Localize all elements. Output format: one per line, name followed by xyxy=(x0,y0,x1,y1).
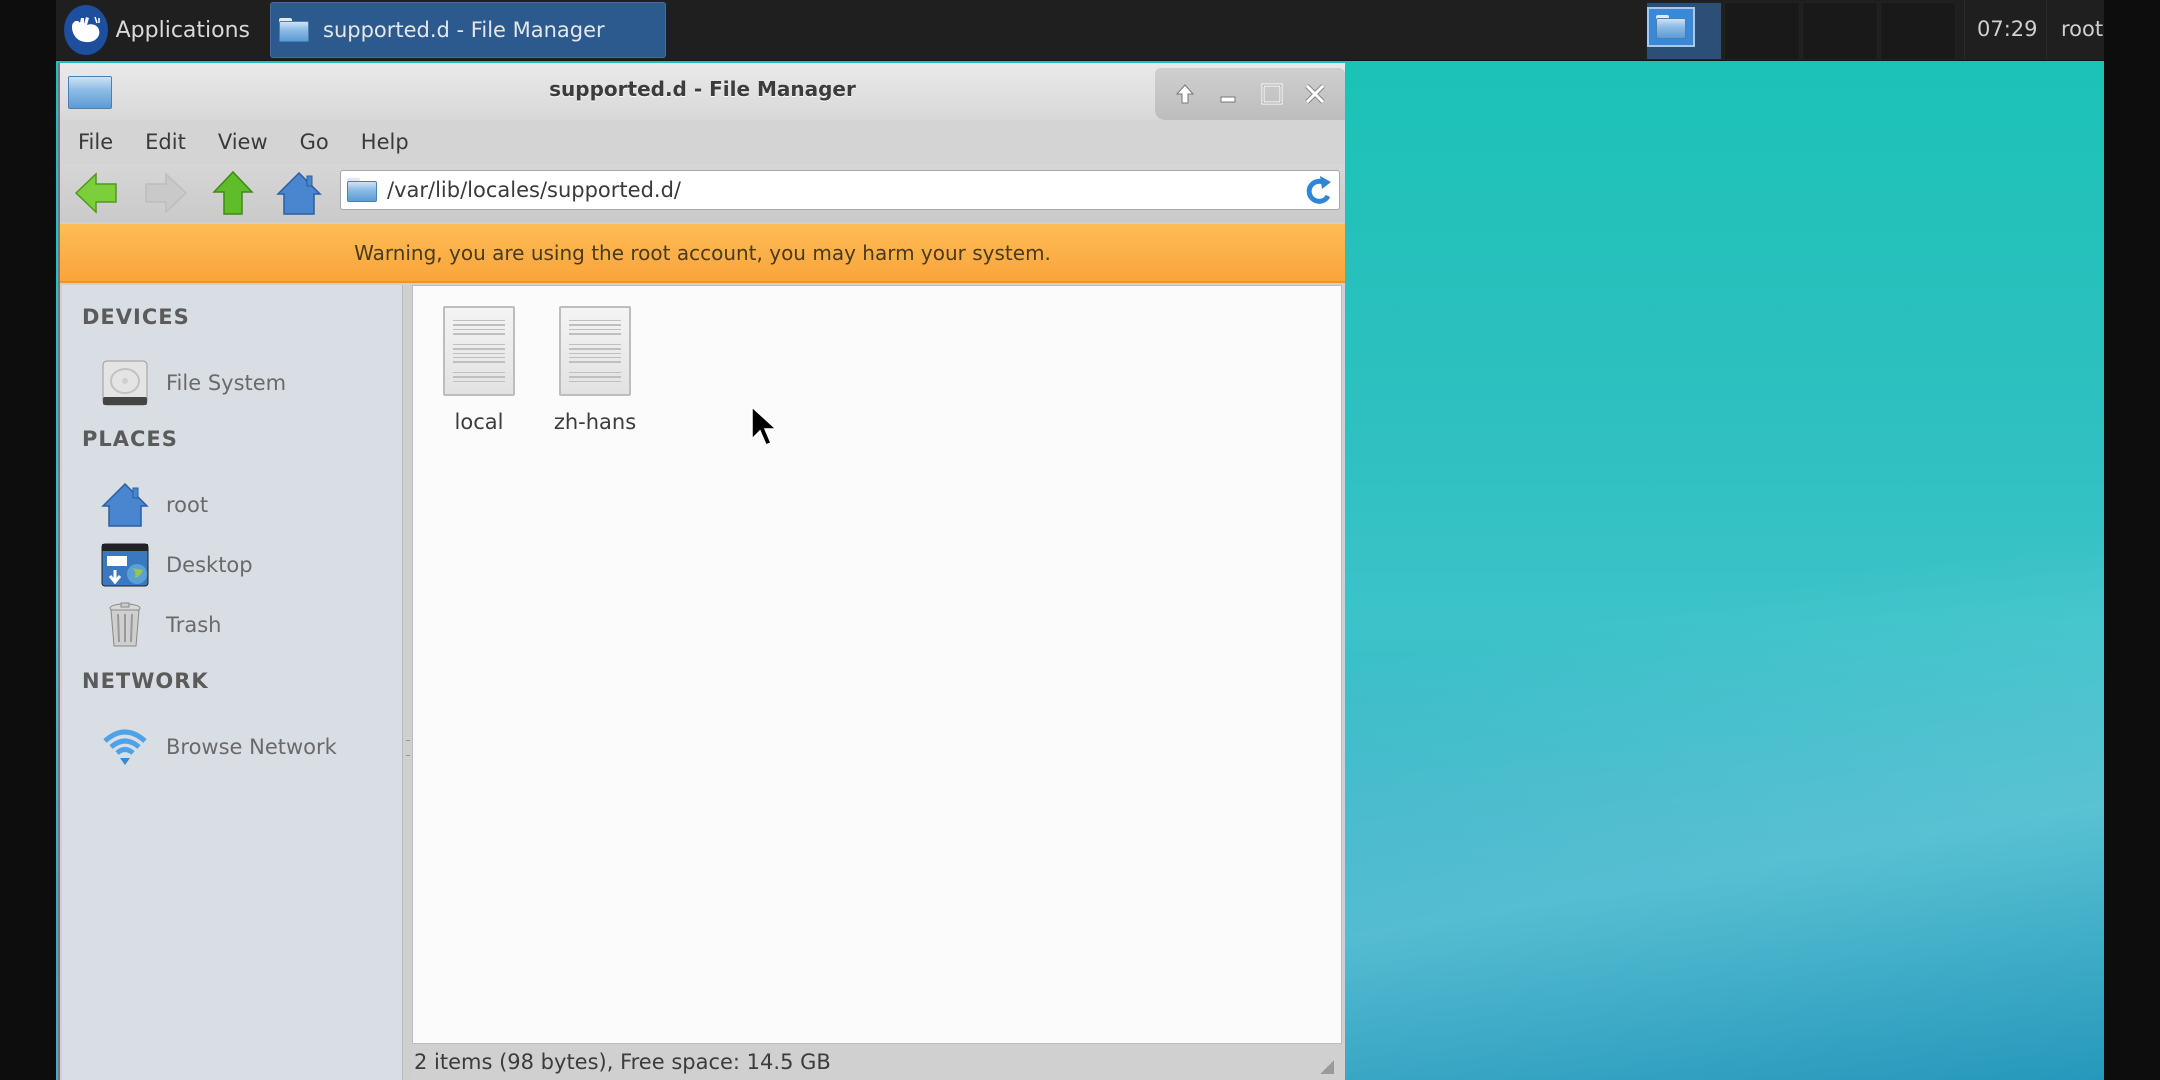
text-document-icon xyxy=(559,306,631,396)
menu-view[interactable]: View xyxy=(218,130,284,154)
status-text: 2 items (98 bytes), Free space: 14.5 GB xyxy=(414,1050,831,1074)
top-panel: Applications supported.d - File Manager … xyxy=(56,0,2104,61)
home-button[interactable] xyxy=(274,168,324,218)
sidebar-heading-places: PLACES xyxy=(82,427,178,451)
workspace-3[interactable] xyxy=(1802,2,1878,60)
reload-icon xyxy=(1306,176,1331,204)
clock[interactable]: 07:29 xyxy=(1964,0,2050,60)
close-button[interactable] xyxy=(1298,77,1332,111)
applications-label: Applications xyxy=(115,17,250,43)
menu-help[interactable]: Help xyxy=(361,130,425,154)
workspace-4[interactable] xyxy=(1880,2,1956,60)
file-item-local[interactable]: local xyxy=(429,306,529,434)
file-view[interactable]: local zh-hans xyxy=(412,285,1342,1044)
folder-icon xyxy=(347,178,377,202)
maximize-icon xyxy=(1261,83,1283,105)
sidebar-item-label: Desktop xyxy=(166,553,253,577)
resize-grip-icon[interactable] xyxy=(1320,1060,1334,1074)
location-bar[interactable] xyxy=(340,170,1340,210)
folder-icon xyxy=(1656,15,1686,39)
window-thumbnail xyxy=(1647,7,1695,47)
home-icon xyxy=(276,171,322,215)
applications-menu-button[interactable]: Applications xyxy=(60,4,250,56)
location-input[interactable] xyxy=(387,178,1299,202)
file-manager-window: supported.d - File Manager File Edit Vie… xyxy=(58,63,1345,1080)
maximize-button[interactable] xyxy=(1255,77,1289,111)
workspace-2[interactable] xyxy=(1724,2,1800,60)
sidebar: DEVICES File System PLACES root Desktop xyxy=(62,285,403,1080)
root-warning-banner: Warning, you are using the root account,… xyxy=(60,224,1345,283)
workspace-1[interactable] xyxy=(1646,2,1722,60)
up-arrow-icon xyxy=(212,170,254,215)
sidebar-item-file-system[interactable]: File System xyxy=(100,357,286,409)
window-titlebar[interactable]: supported.d - File Manager xyxy=(60,63,1345,120)
back-arrow-icon xyxy=(74,172,117,214)
menu-file[interactable]: File xyxy=(78,130,129,154)
menu-edit[interactable]: Edit xyxy=(145,130,202,154)
sidebar-item-label: root xyxy=(166,493,209,517)
sidebar-item-trash[interactable]: Trash xyxy=(100,599,222,651)
sidebar-item-label: Trash xyxy=(166,613,222,637)
file-item-zh-hans[interactable]: zh-hans xyxy=(545,306,645,434)
grip-icon xyxy=(406,740,410,756)
minimize-icon xyxy=(1220,96,1236,103)
arrow-up-icon xyxy=(1175,84,1194,104)
close-icon xyxy=(1305,84,1326,104)
taskbar-button-file-manager[interactable]: supported.d - File Manager xyxy=(270,2,666,58)
raise-button[interactable] xyxy=(1168,77,1202,111)
forward-arrow-icon xyxy=(145,172,188,214)
sidebar-item-root[interactable]: root xyxy=(100,479,208,531)
minimize-button[interactable] xyxy=(1211,77,1245,111)
up-button[interactable] xyxy=(208,168,258,218)
folder-icon xyxy=(279,18,309,42)
window-controls xyxy=(1155,68,1345,120)
xfce-logo-icon xyxy=(64,5,108,55)
forward-button[interactable] xyxy=(140,168,190,218)
workspace-switcher xyxy=(1646,2,1956,60)
toolbar xyxy=(60,164,1345,222)
window-title: supported.d - File Manager xyxy=(549,77,856,101)
text-document-icon xyxy=(443,306,515,396)
sidebar-item-browse-network[interactable]: Browse Network xyxy=(100,721,337,773)
sidebar-heading-network: NETWORK xyxy=(82,669,209,693)
root-warning-text: Warning, you are using the root account,… xyxy=(354,240,1051,265)
hard-drive-icon xyxy=(100,358,150,408)
sidebar-item-label: File System xyxy=(166,371,287,395)
status-bar: 2 items (98 bytes), Free space: 14.5 GB xyxy=(412,1044,1342,1080)
home-icon xyxy=(100,480,150,530)
sidebar-heading-devices: DEVICES xyxy=(82,305,190,329)
reload-button[interactable] xyxy=(1299,172,1339,208)
trash-icon xyxy=(100,600,150,650)
file-name: zh-hans xyxy=(553,410,637,434)
screen: Applications supported.d - File Manager … xyxy=(0,0,2160,1080)
file-name: local xyxy=(454,410,504,434)
back-button[interactable] xyxy=(72,168,122,218)
network-icon xyxy=(100,722,150,772)
menu-bar: File Edit View Go Help xyxy=(60,120,1345,164)
menu-go[interactable]: Go xyxy=(300,130,345,154)
sidebar-item-desktop[interactable]: Desktop xyxy=(100,539,253,591)
taskbar-button-label: supported.d - File Manager xyxy=(323,18,605,42)
desktop-icon xyxy=(100,540,150,590)
user-menu[interactable]: root xyxy=(2046,0,2117,60)
sidebar-item-label: Browse Network xyxy=(166,735,337,759)
pane-resize-handle[interactable] xyxy=(404,285,412,1080)
